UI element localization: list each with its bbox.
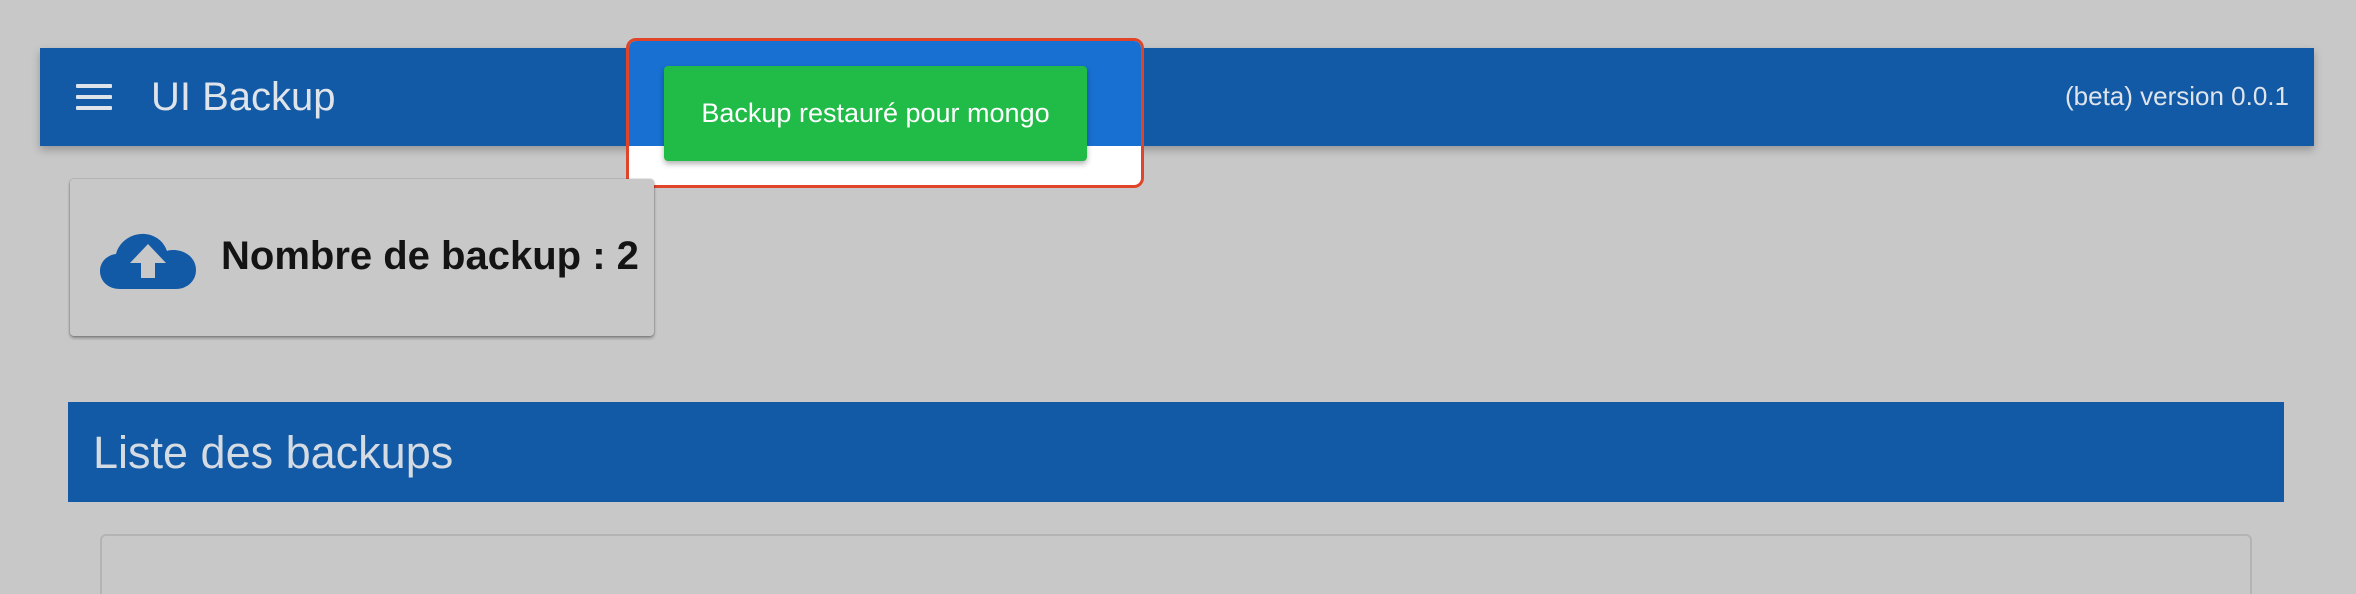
backups-list-header: Liste des backups [68,402,2284,502]
app-bar: UI Backup (beta) version 0.0.1 [40,48,2314,146]
cloud-upload-icon [100,233,196,289]
backups-list-body [68,502,2284,594]
version-label: (beta) version 0.0.1 [2064,81,2289,111]
app-title: UI Backup [151,75,336,119]
backup-count-text: Nombre de backup : 2 [221,234,639,278]
backups-list-container [100,534,2252,594]
backups-list-title: Liste des backups [93,427,454,478]
toast-notification[interactable]: Backup restauré pour mongo [664,66,1087,161]
backup-count-card: Nombre de backup : 2 [70,179,654,336]
menu-icon[interactable] [74,77,114,117]
